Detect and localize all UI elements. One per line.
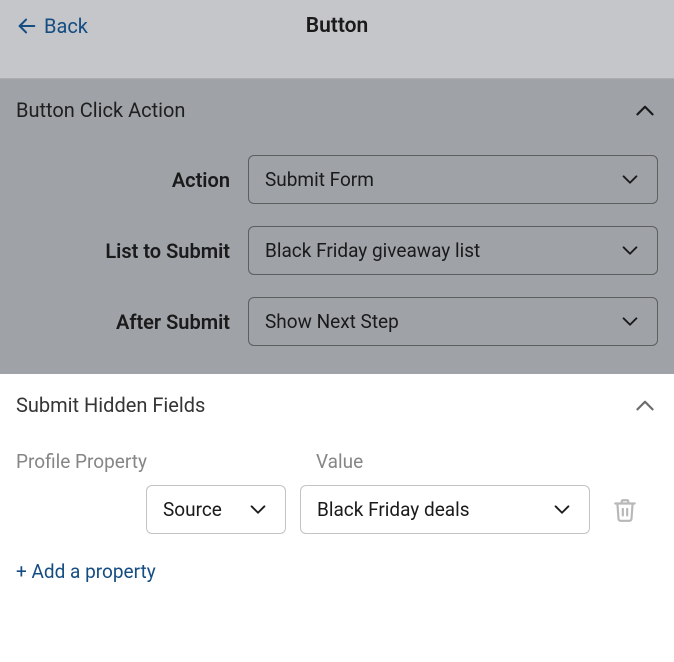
hidden-fields-labels: Profile Property Value	[16, 450, 658, 473]
action-label: Action	[16, 168, 248, 192]
after-submit-label: After Submit	[16, 310, 248, 334]
list-to-submit-label: List to Submit	[16, 239, 248, 263]
chevron-down-icon	[619, 311, 641, 333]
add-property-button[interactable]: + Add a property	[16, 560, 156, 583]
collapse-toggle-icon[interactable]	[632, 392, 658, 418]
chevron-down-icon	[619, 240, 641, 262]
property-cell: Source	[16, 485, 286, 534]
profile-property-column-label: Profile Property	[16, 450, 316, 473]
list-to-submit-value: Black Friday giveaway list	[265, 239, 619, 262]
section-header: Button Click Action	[16, 97, 658, 123]
value-cell: Black Friday deals	[300, 485, 590, 534]
after-submit-row: After Submit Show Next Step	[16, 297, 658, 346]
back-label: Back	[44, 14, 88, 38]
action-row: Action Submit Form	[16, 155, 658, 204]
after-submit-select[interactable]: Show Next Step	[248, 297, 658, 346]
value-select[interactable]: Black Friday deals	[300, 485, 590, 534]
collapse-toggle-icon[interactable]	[632, 97, 658, 123]
arrow-left-icon	[16, 15, 38, 37]
action-select[interactable]: Submit Form	[248, 155, 658, 204]
property-select-value: Source	[163, 498, 222, 521]
list-to-submit-select[interactable]: Black Friday giveaway list	[248, 226, 658, 275]
value-select-value: Black Friday deals	[317, 498, 470, 521]
section-submit-hidden-fields: Submit Hidden Fields Profile Property Va…	[0, 374, 674, 611]
value-column-label: Value	[316, 450, 363, 473]
action-select-value: Submit Form	[265, 168, 619, 191]
after-submit-value: Show Next Step	[265, 310, 619, 333]
hidden-fields-row: Source Black Friday deals	[16, 485, 658, 534]
chevron-down-icon	[247, 499, 269, 521]
section-header: Submit Hidden Fields	[16, 392, 658, 418]
back-button[interactable]: Back	[16, 14, 88, 38]
page-title: Button	[306, 14, 369, 38]
section-button-click-action: Button Click Action Action Submit Form L…	[0, 79, 674, 374]
section-title: Button Click Action	[16, 98, 185, 122]
section-title: Submit Hidden Fields	[16, 393, 205, 417]
list-to-submit-row: List to Submit Black Friday giveaway lis…	[16, 226, 658, 275]
chevron-down-icon	[619, 169, 641, 191]
delete-row-button[interactable]	[612, 496, 638, 524]
chevron-down-icon	[551, 499, 573, 521]
property-select[interactable]: Source	[146, 485, 286, 534]
page-header: Back Button	[0, 0, 674, 79]
trash-icon	[612, 496, 638, 524]
add-property-label: + Add a property	[16, 560, 156, 583]
